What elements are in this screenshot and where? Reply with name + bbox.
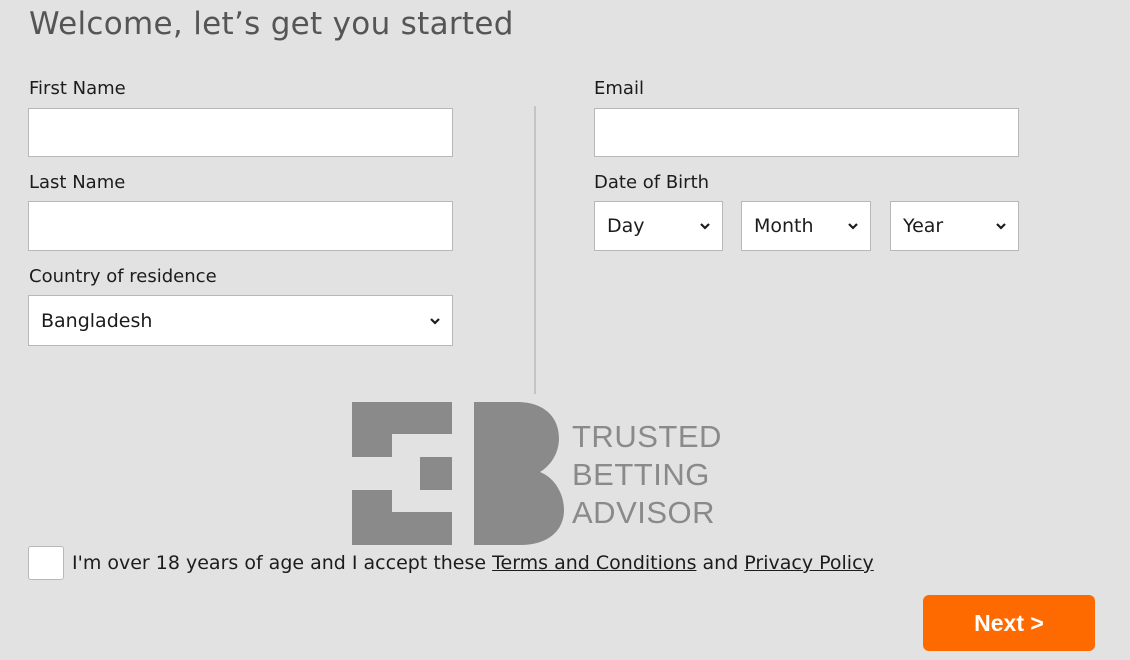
consent-text: I'm over 18 years of age and I accept th… [72, 552, 874, 574]
chevron-down-icon [848, 223, 858, 230]
country-label: Country of residence [29, 266, 217, 287]
dob-year-select[interactable]: Year [890, 201, 1019, 251]
email-label: Email [594, 78, 644, 99]
next-button[interactable]: Next > [923, 595, 1095, 651]
terms-link[interactable]: Terms and Conditions [492, 552, 696, 574]
page-title: Welcome, let’s get you started [29, 6, 514, 42]
chevron-down-icon [430, 317, 440, 325]
email-input[interactable] [594, 108, 1019, 157]
column-divider [534, 106, 536, 394]
country-select[interactable]: Bangladesh [28, 295, 453, 346]
chevron-down-icon [996, 223, 1006, 230]
logo-line-1: TRUSTED [572, 419, 722, 454]
consent-text-before: I'm over 18 years of age and I accept th… [72, 552, 493, 574]
dob-day-select[interactable]: Day [594, 201, 723, 251]
age-consent-checkbox[interactable] [28, 546, 64, 580]
tba-logo-text: TRUSTED BETTING ADVISOR [572, 418, 722, 532]
country-select-value: Bangladesh [41, 309, 153, 332]
dob-month-select[interactable]: Month [741, 201, 871, 251]
tba-logo-icon [352, 402, 564, 545]
dob-year-value: Year [903, 215, 944, 237]
chevron-down-icon [700, 223, 710, 230]
first-name-input[interactable] [28, 108, 453, 157]
consent-text-middle: and [696, 552, 745, 574]
dob-month-value: Month [754, 215, 814, 237]
first-name-label: First Name [29, 78, 126, 99]
logo-line-3: ADVISOR [572, 495, 716, 530]
privacy-link[interactable]: Privacy Policy [744, 552, 873, 574]
last-name-input[interactable] [28, 201, 453, 251]
logo-line-2: BETTING [572, 457, 710, 492]
dob-day-value: Day [607, 215, 645, 237]
last-name-label: Last Name [29, 172, 126, 193]
dob-label: Date of Birth [594, 172, 710, 193]
